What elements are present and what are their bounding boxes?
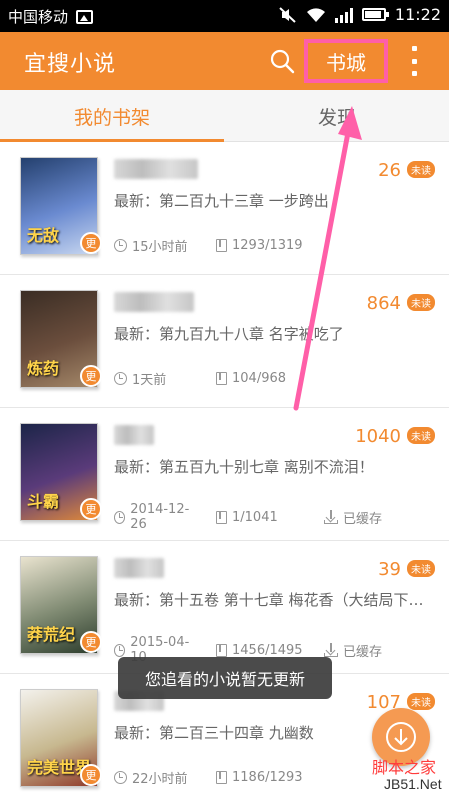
book-title-blurred	[114, 425, 154, 445]
unread-badge: 未读	[407, 560, 435, 577]
unread-count: 39	[378, 559, 401, 580]
bookshelf-list: 无敌 更 26 未读 最新：第二百九十三章 一步跨出 15小时前 1293/13…	[0, 142, 449, 800]
tab-bar: 我的书架 发现	[0, 90, 449, 142]
download-icon	[386, 722, 416, 752]
book-meta: 15小时前 1293/1319	[114, 236, 316, 255]
unread-count: 26	[378, 160, 401, 181]
silent-icon	[279, 6, 296, 23]
update-time: 15小时前	[132, 240, 188, 255]
battery-icon	[361, 8, 389, 21]
cover-title-art: 炼药	[27, 359, 60, 378]
bookstore-label: 书城	[326, 50, 366, 75]
clock-icon	[114, 643, 126, 657]
search-icon	[270, 49, 295, 74]
tab-discover[interactable]: 发现	[225, 90, 449, 142]
book-row[interactable]: 莽荒纪 更 39 未读 最新：第十五卷 第十七章 梅花香（大结局下… 2015-…	[0, 541, 449, 674]
watermark-text: 脚本之家	[372, 758, 437, 777]
update-badge: 更	[80, 631, 102, 653]
read-progress: 104/968	[232, 371, 287, 386]
unread-count: 1040	[355, 426, 401, 447]
app-title: 宜搜小说	[24, 52, 117, 77]
app-bar: 宜搜小说 书城	[0, 32, 449, 90]
book-meta: 1天前 104/968	[114, 369, 316, 388]
unread-badge: 未读	[407, 427, 435, 444]
status-bar: 中国移动 11:22	[0, 0, 449, 32]
update-time: 2014-12-26	[130, 502, 190, 532]
book-row[interactable]: 炼药 更 864 未读 最新：第九百九十八章 名字被吃了 1天前 104/968	[0, 275, 449, 408]
book-title-blurred	[114, 159, 198, 179]
book-title-blurred	[114, 292, 194, 312]
clock-time: 11:22	[394, 5, 441, 24]
update-badge: 更	[80, 365, 102, 387]
update-time: 22小时前	[132, 772, 188, 787]
cover-title-art: 莽荒纪	[27, 625, 76, 644]
latest-chapter: 最新：第十五卷 第十七章 梅花香（大结局下…	[114, 591, 424, 609]
book-icon	[216, 643, 227, 657]
unread-badge: 未读	[407, 693, 435, 710]
book-meta: 2014-12-26 1/1041 已缓存	[114, 502, 382, 532]
bookstore-button[interactable]: 书城	[304, 39, 388, 83]
book-title-blurred	[114, 558, 164, 578]
book-row[interactable]: 无敌 更 26 未读 最新：第二百九十三章 一步跨出 15小时前 1293/13…	[0, 142, 449, 275]
unread-badge: 未读	[407, 294, 435, 311]
wifi-icon	[306, 7, 325, 22]
update-time: 1天前	[132, 373, 167, 388]
read-progress: 1186/1293	[232, 770, 303, 785]
image-notification-icon	[76, 9, 94, 24]
latest-chapter: 最新：第五百九十别七章 离别不流泪！	[114, 458, 374, 476]
latest-chapter: 最新：第二百九十三章 一步跨出	[114, 192, 329, 210]
carrier-label: 中国移动	[8, 8, 69, 26]
book-icon	[216, 510, 227, 524]
cached-icon	[324, 510, 338, 524]
clock-icon	[114, 510, 126, 524]
more-vertical-icon	[411, 46, 417, 51]
cached-label: 已缓存	[343, 644, 383, 660]
cover-title-art: 斗霸	[27, 492, 60, 511]
clock-icon	[114, 372, 127, 385]
watermark-url: JB51.Net	[384, 776, 442, 792]
signal-icon	[334, 7, 353, 23]
unread-badge: 未读	[407, 161, 435, 178]
tab-my-bookshelf[interactable]: 我的书架	[0, 90, 224, 142]
search-button[interactable]	[268, 47, 296, 75]
book-meta: 22小时前 1186/1293	[114, 768, 316, 787]
cover-title-art: 无敌	[27, 226, 60, 245]
clock-icon	[114, 771, 127, 784]
book-icon	[216, 239, 227, 252]
cached-label: 已缓存	[343, 511, 383, 527]
cached-icon	[324, 643, 338, 657]
update-badge: 更	[80, 764, 102, 786]
read-progress: 1293/1319	[232, 238, 303, 253]
update-badge: 更	[80, 498, 102, 520]
read-progress: 1/1041	[232, 509, 278, 525]
read-progress: 1456/1495	[232, 642, 303, 658]
book-icon	[216, 771, 227, 784]
book-icon	[216, 372, 227, 385]
clock-icon	[114, 239, 127, 252]
toast-message: 您追看的小说暂无更新	[118, 657, 332, 699]
more-menu-button[interactable]	[406, 46, 422, 76]
unread-count: 864	[366, 293, 401, 314]
book-row[interactable]: 斗霸 更 1040 未读 最新：第五百九十别七章 离别不流泪！ 2014-12-…	[0, 408, 449, 541]
update-badge: 更	[80, 232, 102, 254]
latest-chapter: 最新：第九百九十八章 名字被吃了	[114, 325, 344, 343]
